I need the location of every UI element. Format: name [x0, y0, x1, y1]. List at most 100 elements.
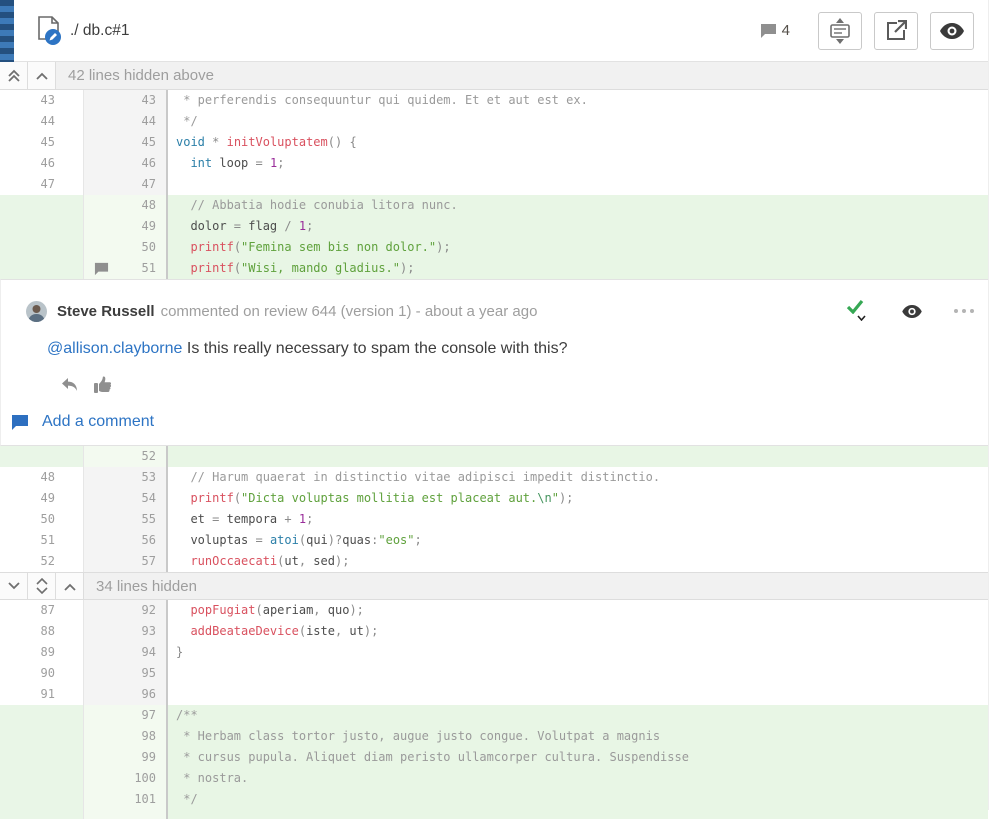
code-line: */ — [168, 111, 988, 132]
add-comment-button[interactable]: Add a comment — [11, 413, 974, 431]
comment-bubble-icon — [760, 23, 777, 39]
new-line-number[interactable]: 46 — [84, 153, 168, 174]
code-line: popFugiat(aperiam, quo); — [168, 600, 988, 621]
eye-icon — [902, 305, 922, 318]
watch-file-button[interactable] — [930, 12, 974, 50]
comment-body: @allison.clayborne Is this really necess… — [47, 340, 974, 358]
new-line-number[interactable]: 51 — [84, 258, 168, 279]
mention-link[interactable]: @allison.clayborne — [47, 340, 182, 357]
new-line-number[interactable]: 100 — [84, 768, 168, 789]
hidden-lines-bar-above[interactable]: 42 lines hidden above — [0, 62, 988, 90]
new-line-number[interactable]: 54 — [84, 488, 168, 509]
old-line-number[interactable]: 89 — [0, 642, 84, 663]
diff-row: 4646 int loop = 1; — [0, 153, 988, 174]
open-in-new-window-button[interactable] — [874, 12, 918, 50]
diff-table: 524853 // Harum quaerat in distinctio vi… — [0, 446, 988, 572]
new-line-number[interactable]: 48 — [84, 195, 168, 216]
old-line-number[interactable]: 50 — [0, 509, 84, 530]
new-line-number[interactable]: 47 — [84, 174, 168, 195]
collapse-all-above-button[interactable] — [0, 62, 28, 89]
code-line: voluptas = atoi(qui)?quas:"eos"; — [168, 530, 988, 551]
old-line-number[interactable]: 47 — [0, 174, 84, 195]
old-line-number[interactable] — [0, 810, 84, 819]
new-line-number[interactable]: 95 — [84, 663, 168, 684]
thumbs-up-icon — [94, 376, 112, 393]
diff-row: 99 * cursus pupula. Aliquet diam peristo… — [0, 747, 988, 768]
old-line-number[interactable] — [0, 747, 84, 768]
new-line-number[interactable]: 97 — [84, 705, 168, 726]
old-line-number[interactable] — [0, 789, 84, 810]
code-line: } — [168, 642, 988, 663]
expand-all-button[interactable] — [28, 573, 56, 599]
new-line-number[interactable]: 50 — [84, 237, 168, 258]
code-line: /** — [168, 705, 988, 726]
diff-row: 4853 // Harum quaerat in distinctio vita… — [0, 467, 988, 488]
new-line-number[interactable]: 94 — [84, 642, 168, 663]
old-line-number[interactable] — [0, 237, 84, 258]
old-line-number[interactable]: 90 — [0, 663, 84, 684]
comment-more-menu[interactable] — [950, 309, 974, 313]
old-line-number[interactable] — [0, 446, 84, 467]
revision-strip[interactable] — [0, 0, 14, 62]
diff-row: 49 dolor = flag / 1; — [0, 216, 988, 237]
new-line-number[interactable]: 55 — [84, 509, 168, 530]
line-comment-icon[interactable] — [94, 262, 109, 276]
toggle-comments-icon — [828, 18, 852, 44]
new-line-number[interactable]: 93 — [84, 621, 168, 642]
old-line-number[interactable]: 44 — [0, 111, 84, 132]
old-line-number[interactable]: 48 — [0, 467, 84, 488]
old-line-number[interactable]: 43 — [0, 90, 84, 111]
new-line-number[interactable]: 92 — [84, 600, 168, 621]
chevron-down-icon — [7, 582, 21, 591]
toggle-comments-button[interactable] — [818, 12, 862, 50]
new-line-number[interactable]: 49 — [84, 216, 168, 237]
old-line-number[interactable]: 46 — [0, 153, 84, 174]
new-line-number[interactable] — [84, 810, 168, 819]
old-line-number[interactable] — [0, 726, 84, 747]
new-line-number[interactable]: 96 — [84, 684, 168, 705]
hidden-lines-bar-middle[interactable]: 34 lines hidden — [0, 572, 988, 600]
diff-row: 8792 popFugiat(aperiam, quo); — [0, 600, 988, 621]
new-line-number[interactable]: 98 — [84, 726, 168, 747]
like-button[interactable] — [94, 376, 112, 393]
file-comment-count[interactable]: 4 — [760, 22, 790, 39]
chevron-up-icon — [35, 71, 49, 80]
reply-button[interactable] — [61, 377, 78, 392]
old-line-number[interactable]: 51 — [0, 530, 84, 551]
avatar — [26, 301, 47, 322]
old-line-number[interactable]: 52 — [0, 551, 84, 572]
double-chevron-up-icon — [7, 69, 21, 83]
new-line-number[interactable]: 57 — [84, 551, 168, 572]
expand-down-button[interactable] — [0, 573, 28, 599]
resolved-check-icon — [846, 299, 864, 314]
new-line-number[interactable]: 53 — [84, 467, 168, 488]
diff-row: 101 */ — [0, 789, 988, 810]
expand-above-button[interactable] — [28, 62, 56, 89]
code-line — [168, 663, 988, 684]
diff-row: 4444 */ — [0, 111, 988, 132]
old-line-number[interactable] — [0, 768, 84, 789]
code-line: addBeataeDevice(iste, ut); — [168, 621, 988, 642]
new-line-number[interactable]: 43 — [84, 90, 168, 111]
old-line-number[interactable]: 91 — [0, 684, 84, 705]
new-line-number[interactable]: 56 — [84, 530, 168, 551]
new-line-number[interactable]: 44 — [84, 111, 168, 132]
old-line-number[interactable] — [0, 195, 84, 216]
old-line-number[interactable] — [0, 216, 84, 237]
resolve-comment-button[interactable] — [846, 299, 872, 323]
code-line: dolor = flag / 1; — [168, 216, 988, 237]
new-line-number[interactable]: 101 — [84, 789, 168, 810]
old-line-number[interactable]: 87 — [0, 600, 84, 621]
old-line-number[interactable]: 49 — [0, 488, 84, 509]
expand-up-button[interactable] — [56, 573, 84, 599]
old-line-number[interactable] — [0, 258, 84, 279]
old-line-number[interactable]: 45 — [0, 132, 84, 153]
new-line-number[interactable]: 52 — [84, 446, 168, 467]
chevron-up-icon — [63, 582, 77, 591]
old-line-number[interactable]: 88 — [0, 621, 84, 642]
watch-comment-button[interactable] — [902, 305, 922, 318]
code-line: printf("Wisi, mando gladius."); — [168, 258, 988, 279]
new-line-number[interactable]: 45 — [84, 132, 168, 153]
new-line-number[interactable]: 99 — [84, 747, 168, 768]
old-line-number[interactable] — [0, 705, 84, 726]
